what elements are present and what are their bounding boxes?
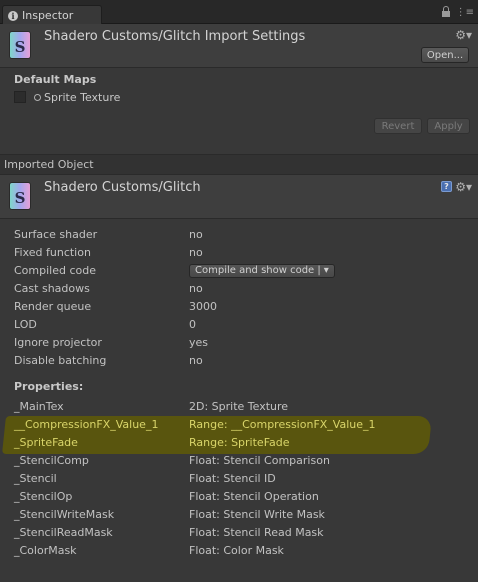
property-name: __CompressionFX_Value_1	[14, 418, 159, 431]
property-value: Range: __CompressionFX_Value_1	[189, 418, 376, 431]
lock-icon[interactable]	[441, 6, 450, 17]
shader-gear-icon[interactable]: ⚙▾	[455, 180, 472, 194]
default-maps-title: Default Maps	[14, 73, 97, 86]
shader-info: Surface shader no Fixed function no Comp…	[0, 219, 478, 582]
properties-title: Properties:	[14, 380, 84, 393]
shader-title: Shadero Customs/Glitch	[44, 180, 201, 195]
property-row: _SpriteFade Range: SpriteFade	[14, 434, 290, 451]
setting-label: Surface shader	[14, 228, 98, 241]
revert-button[interactable]: Revert	[374, 118, 422, 134]
property-name: _ColorMask	[14, 544, 77, 557]
property-name: _StencilComp	[14, 454, 89, 467]
open-button[interactable]: Open...	[421, 47, 469, 63]
info-icon: i	[8, 10, 18, 21]
setting-label: Ignore projector	[14, 336, 102, 349]
property-row: _ColorMask Float: Color Mask	[14, 542, 284, 559]
imported-object-bar: Imported Object	[0, 154, 478, 175]
setting-label: Compiled code	[14, 264, 96, 277]
property-value: Float: Stencil Read Mask	[189, 526, 324, 539]
property-row: _MainTex 2D: Sprite Texture	[14, 398, 288, 415]
property-value: Float: Stencil Write Mask	[189, 508, 325, 521]
tab-inspector-label: Inspector	[22, 9, 74, 22]
property-row: _StencilReadMask Float: Stencil Read Mas…	[14, 524, 324, 541]
sprite-texture-label: Sprite Texture	[44, 91, 121, 104]
setting-row: Render queue 3000	[14, 298, 217, 315]
default-maps-section: Default Maps Sprite Texture	[0, 68, 478, 154]
property-value: Float: Stencil Operation	[189, 490, 319, 503]
setting-row: Disable batching no	[14, 352, 203, 369]
property-name: _Stencil	[14, 472, 57, 485]
property-row: _StencilOp Float: Stencil Operation	[14, 488, 319, 505]
shader-icon: S	[9, 182, 31, 210]
setting-value: no	[189, 282, 203, 295]
import-settings-title: Shadero Customs/Glitch Import Settings	[44, 29, 306, 44]
property-name: _StencilWriteMask	[14, 508, 115, 521]
property-value: 2D: Sprite Texture	[189, 400, 289, 413]
tab-bar: i Inspector ⋮≡	[0, 0, 478, 25]
property-row: _Stencil Float: Stencil ID	[14, 470, 276, 487]
property-value: Float: Stencil Comparison	[189, 454, 330, 467]
setting-value: no	[189, 246, 203, 259]
gear-icon[interactable]: ⚙▾	[455, 28, 472, 42]
setting-value: no	[189, 354, 203, 367]
setting-label: Disable batching	[14, 354, 107, 367]
chevron-down-icon: ▾	[323, 265, 329, 276]
import-settings-header: S Shadero Customs/Glitch Import Settings…	[0, 24, 478, 68]
setting-value: 3000	[189, 300, 217, 313]
setting-row: Fixed function no	[14, 244, 203, 261]
setting-row: Cast shadows no	[14, 280, 203, 297]
setting-value: yes	[189, 336, 209, 349]
setting-label: Fixed function	[14, 246, 91, 259]
setting-value: no	[189, 228, 203, 241]
shader-asset-icon: S	[9, 31, 31, 59]
setting-value: 0	[189, 318, 196, 331]
apply-button[interactable]: Apply	[427, 118, 470, 134]
setting-label: Cast shadows	[14, 282, 90, 295]
property-name: _StencilOp	[14, 490, 73, 503]
property-name: _MainTex	[14, 400, 64, 413]
property-name: _SpriteFade	[14, 436, 78, 449]
setting-label: Render queue	[14, 300, 92, 313]
dropdown-label: Compile and show code |	[195, 265, 321, 276]
property-value: Range: SpriteFade	[189, 436, 290, 449]
property-row: _StencilWriteMask Float: Stencil Write M…	[14, 506, 325, 523]
shader-header: S Shadero Customs/Glitch ? ⚙▾	[0, 175, 478, 219]
compiled-code-dropdown[interactable]: Compile and show code | ▾	[189, 263, 335, 278]
setting-row: Surface shader no	[14, 226, 203, 243]
help-icon[interactable]: ?	[441, 181, 452, 192]
tab-controls: ⋮≡	[441, 6, 474, 18]
property-row: __CompressionFX_Value_1 Range: __Compres…	[14, 416, 376, 433]
setting-row: Compiled code Compile and show code | ▾	[14, 262, 335, 279]
setting-row: LOD 0	[14, 316, 196, 333]
property-name: _StencilReadMask	[14, 526, 113, 539]
property-row: _StencilComp Float: Stencil Comparison	[14, 452, 330, 469]
imported-object-label: Imported Object	[4, 158, 94, 171]
setting-row: Ignore projector yes	[14, 334, 208, 351]
menu-icon[interactable]: ⋮≡	[456, 8, 474, 18]
object-picker-icon[interactable]	[34, 94, 41, 101]
property-value: Float: Color Mask	[189, 544, 284, 557]
texture-slot[interactable]	[14, 91, 26, 103]
property-value: Float: Stencil ID	[189, 472, 276, 485]
setting-label: LOD	[14, 318, 37, 331]
tab-inspector[interactable]: i Inspector	[2, 5, 102, 25]
